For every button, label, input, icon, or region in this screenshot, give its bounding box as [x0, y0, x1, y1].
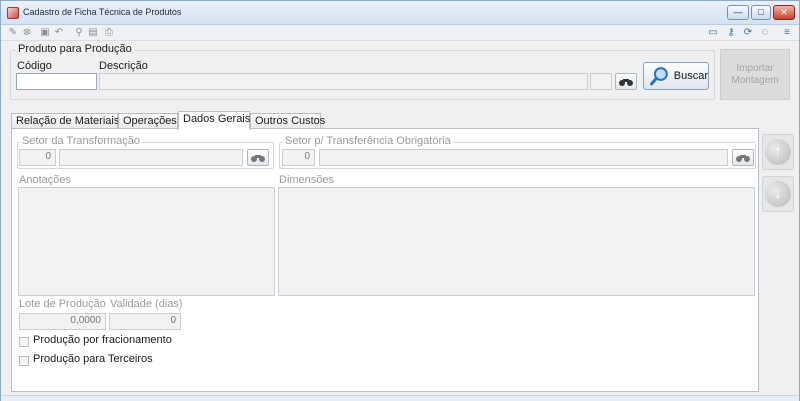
importar-label-2: Montagem: [731, 74, 779, 86]
arrow-down-icon: ↓: [765, 181, 791, 207]
window-title: Cadastro de Ficha Técnica de Produtos: [23, 7, 182, 17]
arrow-up-icon: ↑: [765, 139, 791, 165]
descricao-extra-field[interactable]: [590, 73, 612, 90]
refresh-icon[interactable]: ⟳: [742, 27, 754, 38]
produto-group-title: Produto para Produção: [16, 43, 134, 55]
setor-transformacao-label: Setor da Transformação: [20, 135, 143, 147]
magnifier-icon: [650, 67, 668, 86]
close-button[interactable]: ✕: [773, 5, 795, 20]
tab-outros-custos[interactable]: Outros Custos: [250, 113, 325, 129]
main-window: Cadastro de Ficha Técnica de Produtos — …: [0, 0, 800, 401]
move-down-button[interactable]: ↓: [762, 176, 794, 212]
exit-icon[interactable]: ≡: [781, 27, 793, 38]
maximize-button[interactable]: □: [751, 5, 771, 20]
lote-input[interactable]: 0,0000: [19, 313, 106, 330]
binoculars-icon[interactable]: [247, 149, 269, 166]
setor-transferencia-code[interactable]: 0: [282, 149, 315, 166]
cancel-icon[interactable]: ⊗: [21, 27, 33, 38]
new-icon[interactable]: ✎: [7, 27, 19, 38]
toolbar: ✎ ⊗ ▣ ↶ ⚲ ▤ ⎙ ▭ ⚷ ⟳ ☺ ≡: [1, 25, 799, 41]
fracionamento-checkbox[interactable]: [19, 337, 29, 347]
tab-dados-gerais[interactable]: Dados Gerais: [178, 111, 250, 130]
tab-relacao-materiais[interactable]: Relação de Materiais: [11, 113, 119, 129]
importar-label-1: Importar: [736, 62, 774, 74]
setor-transferencia-label: Setor p/ Transferência Obrigatória: [283, 135, 453, 147]
user-icon[interactable]: ☺: [759, 27, 771, 38]
save-icon[interactable]: ▣: [39, 27, 51, 38]
undo-icon[interactable]: ↶: [53, 27, 65, 38]
anotacoes-textarea[interactable]: [18, 187, 275, 296]
terceiros-label: Produção para Terceiros: [33, 353, 153, 365]
search-icon[interactable]: ⚲: [73, 27, 85, 38]
buscar-button[interactable]: Buscar: [643, 62, 709, 90]
move-up-button[interactable]: ↑: [762, 134, 794, 170]
status-bar: [1, 395, 799, 401]
validade-input[interactable]: 0: [109, 313, 181, 330]
terceiros-checkbox[interactable]: [19, 356, 29, 366]
print-preview-icon[interactable]: ▤: [87, 27, 99, 38]
dimensoes-label: Dimensões: [279, 174, 335, 186]
buscar-label: Buscar: [673, 70, 708, 82]
codigo-label: Código: [17, 60, 52, 72]
importar-montagem-button[interactable]: Importar Montagem: [720, 49, 790, 100]
setor-transformacao-desc[interactable]: [59, 149, 243, 166]
key-icon[interactable]: ⚷: [725, 27, 737, 38]
codigo-input[interactable]: [16, 73, 97, 90]
descricao-label: Descrição: [99, 60, 148, 72]
title-bar: Cadastro de Ficha Técnica de Produtos — …: [1, 1, 799, 25]
fracionamento-label: Produção por fracionamento: [33, 334, 172, 346]
setor-transferencia-desc[interactable]: [319, 149, 728, 166]
lote-label: Lote de Produção: [19, 298, 106, 310]
minimize-button[interactable]: —: [727, 5, 749, 20]
binoculars-icon[interactable]: [732, 149, 754, 166]
validade-label: Validade (dias): [110, 298, 183, 310]
anotacoes-label: Anotações: [19, 174, 71, 186]
app-icon: [7, 7, 19, 19]
tab-operacoes[interactable]: Operações: [118, 113, 178, 129]
window-icon[interactable]: ▭: [707, 27, 719, 38]
tab-panel-dados-gerais: Setor da Transformação 0 Setor p/ Transf…: [11, 128, 759, 392]
binoculars-icon[interactable]: [615, 73, 637, 90]
print-icon[interactable]: ⎙: [103, 27, 115, 38]
dimensoes-textarea[interactable]: [278, 187, 755, 296]
setor-transformacao-code[interactable]: 0: [19, 149, 56, 166]
descricao-input[interactable]: [99, 73, 588, 90]
